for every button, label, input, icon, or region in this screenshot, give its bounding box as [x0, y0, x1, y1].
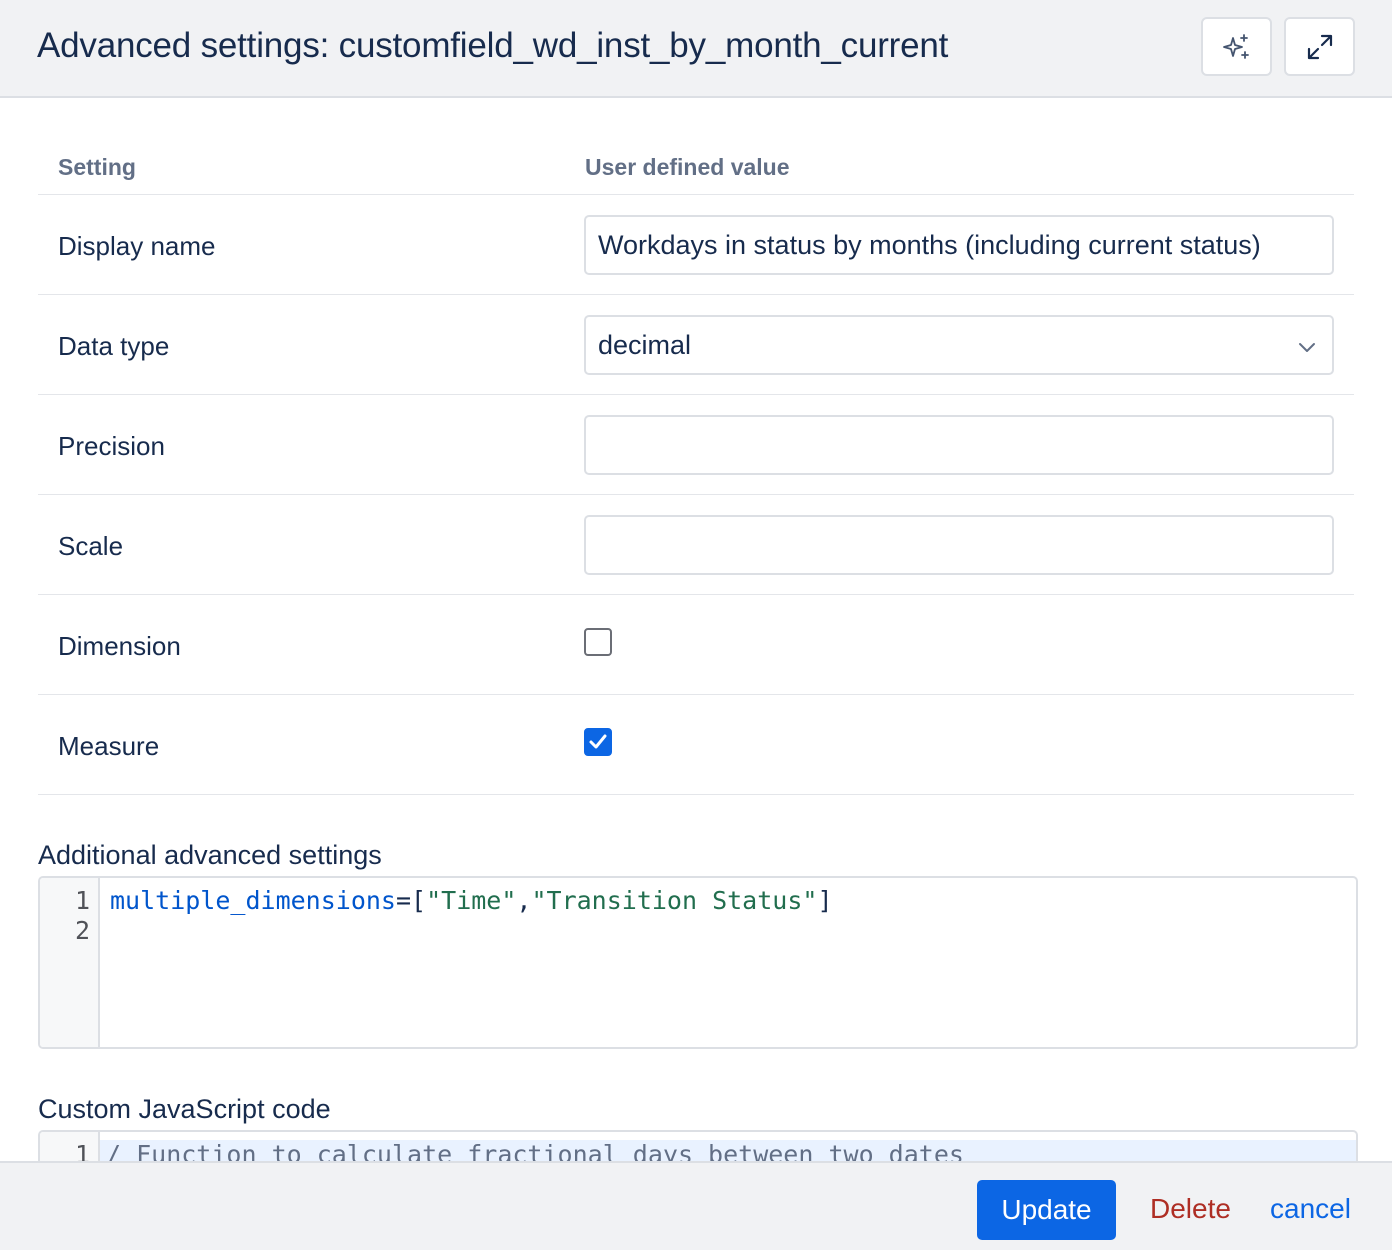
code-string: "Transition Status" [531, 886, 818, 915]
precision-input[interactable] [584, 415, 1334, 475]
divider [38, 794, 1354, 795]
precision-label: Precision [58, 431, 165, 461]
expand-button[interactable] [1284, 17, 1355, 76]
delete-button[interactable]: Delete [1150, 1193, 1231, 1225]
code-line: multiple_dimensions=["Time","Transition … [110, 886, 833, 915]
code-operator: =[ [395, 886, 427, 915]
expand-icon [1307, 34, 1332, 59]
checkmark-icon [589, 734, 607, 749]
line-number: 1 [74, 1140, 90, 1161]
sparkles-icon [1222, 33, 1249, 59]
divider [38, 394, 1354, 395]
dialog-footer: Update Delete cancel [0, 1161, 1392, 1250]
dialog-body: Setting User defined value Display name … [0, 98, 1392, 1161]
data-type-value: decimal [598, 329, 692, 360]
measure-label: Measure [58, 731, 160, 761]
dialog-header: Advanced settings: customfield_wd_inst_b… [0, 0, 1392, 98]
line-number-gutter: 1 2 [40, 878, 100, 1047]
column-header-setting: Setting [58, 154, 136, 180]
custom-js-editor[interactable]: 1 / Function to calculate fractional day… [38, 1130, 1358, 1161]
scale-label: Scale [58, 531, 124, 561]
code-comma: , [516, 886, 532, 915]
display-name-label: Display name [58, 231, 216, 261]
scale-input[interactable] [584, 515, 1334, 575]
cancel-button[interactable]: cancel [1270, 1193, 1351, 1225]
divider [38, 694, 1354, 695]
additional-settings-editor[interactable]: 1 2 multiple_dimensions=["Time","Transit… [38, 876, 1358, 1049]
dialog-title: Advanced settings: customfield_wd_inst_b… [37, 26, 949, 65]
divider [38, 594, 1354, 595]
data-type-label: Data type [58, 331, 170, 361]
dimension-checkbox[interactable] [584, 628, 612, 656]
display-name-input[interactable] [584, 215, 1334, 275]
ai-assist-button[interactable] [1201, 17, 1272, 76]
chevron-down-icon [1299, 343, 1315, 352]
divider [38, 494, 1354, 495]
divider [38, 194, 1354, 195]
line-number: 2 [74, 916, 90, 945]
additional-settings-label: Additional advanced settings [38, 840, 382, 870]
data-type-select[interactable]: decimal [584, 315, 1334, 375]
code-comment: / Function to calculate fractional days … [106, 1140, 964, 1161]
code-bracket: ] [817, 886, 833, 915]
dimension-label: Dimension [58, 631, 181, 661]
update-button[interactable]: Update [977, 1180, 1116, 1240]
custom-js-label: Custom JavaScript code [38, 1094, 331, 1124]
column-header-value: User defined value [585, 154, 790, 180]
line-number-gutter: 1 [40, 1132, 100, 1161]
code-string: "Time" [426, 886, 517, 915]
measure-checkbox[interactable] [584, 728, 612, 756]
divider [38, 294, 1354, 295]
code-key: multiple_dimensions [110, 886, 396, 915]
line-number: 1 [74, 886, 90, 915]
